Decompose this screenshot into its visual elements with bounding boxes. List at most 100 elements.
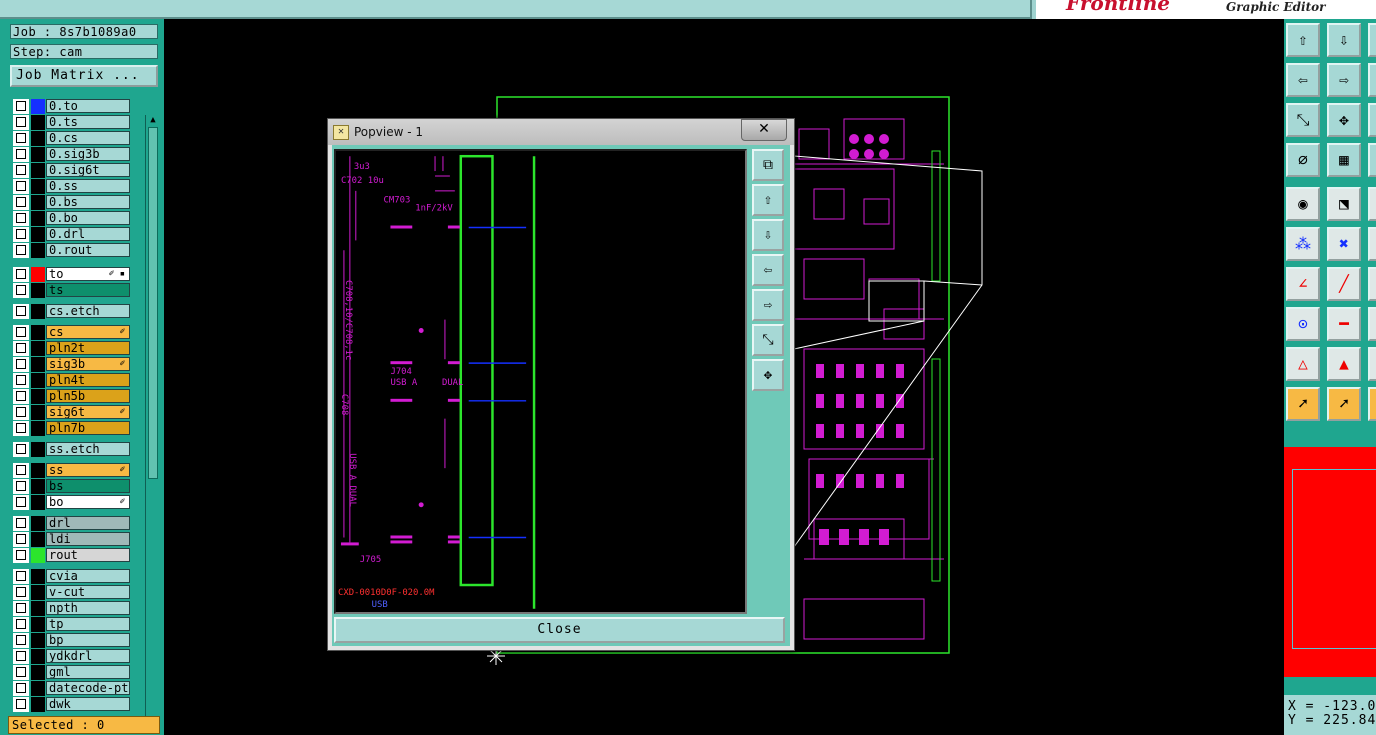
job-matrix-button[interactable]: Job Matrix ... <box>10 65 158 87</box>
layer-name[interactable]: ss ✐ <box>46 463 130 477</box>
layer-color-swatch[interactable] <box>31 601 45 616</box>
snap-button[interactable]: ◉ <box>1286 187 1320 221</box>
layer-checkbox[interactable] <box>16 534 26 544</box>
layer-name[interactable]: 0.rout <box>46 243 130 257</box>
close-icon[interactable]: ✕ <box>741 119 787 141</box>
layer-checkbox[interactable] <box>16 481 26 491</box>
layer-row[interactable]: npth <box>11 601 132 616</box>
zoom-fit-button[interactable]: ⤡ <box>1286 103 1320 137</box>
layer-row[interactable]: cvia <box>11 569 132 584</box>
layer-name[interactable]: dwk <box>46 697 130 711</box>
angle-button[interactable]: ∠ <box>1286 267 1320 301</box>
layer-checkbox[interactable] <box>16 497 26 507</box>
layer-checkbox[interactable] <box>16 619 26 629</box>
layer-row[interactable]: datecode-pt <box>11 681 132 696</box>
layer-row[interactable]: bs <box>11 479 132 494</box>
pointer-button[interactable]: ➚ <box>1286 387 1320 421</box>
layer-row[interactable]: 0.sig3b <box>11 147 132 162</box>
layer-color-swatch[interactable] <box>31 325 45 340</box>
layer-row[interactable]: pln7b <box>11 421 132 436</box>
layer-name[interactable]: 0.ts <box>46 115 130 129</box>
layer-row[interactable]: ydkdrl <box>11 649 132 664</box>
layer-checkbox[interactable] <box>16 667 26 677</box>
layer-row[interactable]: pln2t <box>11 341 132 356</box>
layer-checkbox[interactable] <box>16 133 26 143</box>
layer-name[interactable]: 0.ss <box>46 179 130 193</box>
pan-down-button[interactable]: ⇩ <box>1327 23 1361 57</box>
popview-zoom-in-button[interactable]: ✥ <box>752 359 784 391</box>
layer-checkbox[interactable] <box>16 407 26 417</box>
layer-color-swatch[interactable] <box>31 304 45 319</box>
layer-row[interactable]: 0.ts <box>11 115 132 130</box>
popview-zoom-home-button[interactable]: ⧉ <box>752 149 784 181</box>
layer-checkbox[interactable] <box>16 635 26 645</box>
layer-checkbox[interactable] <box>16 245 26 255</box>
layer-row[interactable]: to ✐ ▪ <box>11 267 132 282</box>
layer-row[interactable]: ts <box>11 283 132 298</box>
tool-button[interactable] <box>1368 387 1376 421</box>
layer-color-swatch[interactable] <box>31 516 45 531</box>
layer-checkbox[interactable] <box>16 359 26 369</box>
layer-color-swatch[interactable] <box>31 681 45 696</box>
layer-color-swatch[interactable] <box>31 357 45 372</box>
layer-name[interactable]: 0.sig3b <box>46 147 130 161</box>
layer-color-swatch[interactable] <box>31 649 45 664</box>
net-button[interactable]: ⁂ <box>1286 227 1320 261</box>
layer-color-swatch[interactable] <box>31 341 45 356</box>
layer-name[interactable]: ldi <box>46 532 130 546</box>
popview-pan-left-button[interactable]: ⇦ <box>752 254 784 286</box>
layer-name[interactable]: 0.bo <box>46 211 130 225</box>
layer-color-swatch[interactable] <box>31 131 45 146</box>
triangle-alt-button[interactable]: ▲ <box>1327 347 1361 381</box>
layer-color-swatch[interactable] <box>31 211 45 226</box>
layer-name[interactable]: drl <box>46 516 130 530</box>
layer-name[interactable]: tp <box>46 617 130 631</box>
layer-color-swatch[interactable] <box>31 283 45 298</box>
line-button[interactable]: ╱ <box>1327 267 1361 301</box>
layer-checkbox[interactable] <box>16 343 26 353</box>
pointer-select-button[interactable]: ➚ <box>1327 387 1361 421</box>
layer-color-swatch[interactable] <box>31 267 45 282</box>
layer-row[interactable]: ldi <box>11 532 132 547</box>
layer-color-swatch[interactable] <box>31 548 45 563</box>
layer-name[interactable]: cvia <box>46 569 130 583</box>
layer-checkbox[interactable] <box>16 571 26 581</box>
zoom-center-button[interactable]: ✥ <box>1327 103 1361 137</box>
popview-zoom-out-button[interactable]: ⤡ <box>752 324 784 356</box>
layer-color-swatch[interactable] <box>31 179 45 194</box>
layer-checkbox[interactable] <box>16 518 26 528</box>
layer-row[interactable]: ss.etch <box>11 442 132 457</box>
tool-button[interactable] <box>1368 103 1376 137</box>
layer-color-swatch[interactable] <box>31 633 45 648</box>
layer-checkbox[interactable] <box>16 269 26 279</box>
layer-name[interactable]: 0.drl <box>46 227 130 241</box>
segment-button[interactable]: ━ <box>1327 307 1361 341</box>
layer-checkbox[interactable] <box>16 181 26 191</box>
layer-name[interactable]: cs ✐ <box>46 325 130 339</box>
point-button[interactable]: ⊙ <box>1286 307 1320 341</box>
layer-checkbox[interactable] <box>16 444 26 454</box>
layer-name[interactable]: ydkdrl <box>46 649 130 663</box>
layer-row[interactable]: drl <box>11 516 132 531</box>
popview-canvas[interactable]: 3u3 C702 10u CM703 1nF/2kV J704 USB A DU… <box>334 149 747 614</box>
layer-row[interactable]: cs.etch <box>11 304 132 319</box>
measure-button[interactable]: ⌀ <box>1286 143 1320 177</box>
popview-pan-right-button[interactable]: ⇨ <box>752 289 784 321</box>
layer-name[interactable]: gml <box>46 665 130 679</box>
layer-row[interactable]: ss ✐ <box>11 463 132 478</box>
layer-row[interactable]: 0.bo <box>11 211 132 226</box>
layer-scrollbar[interactable]: ▲ ▼ <box>145 115 160 731</box>
pan-left-button[interactable]: ⇦ <box>1286 63 1320 97</box>
layer-row[interactable]: gml <box>11 665 132 680</box>
layer-name[interactable]: rout <box>46 548 130 562</box>
layer-checkbox[interactable] <box>16 603 26 613</box>
layer-color-swatch[interactable] <box>31 495 45 510</box>
layer-color-swatch[interactable] <box>31 99 45 114</box>
layer-row[interactable]: sig3b ✐ <box>11 357 132 372</box>
layer-checkbox[interactable] <box>16 465 26 475</box>
layer-color-swatch[interactable] <box>31 373 45 388</box>
layer-name[interactable]: ss.etch <box>46 442 130 456</box>
layer-checkbox[interactable] <box>16 423 26 433</box>
scroll-up-icon[interactable]: ▲ <box>147 115 159 125</box>
layer-color-swatch[interactable] <box>31 389 45 404</box>
